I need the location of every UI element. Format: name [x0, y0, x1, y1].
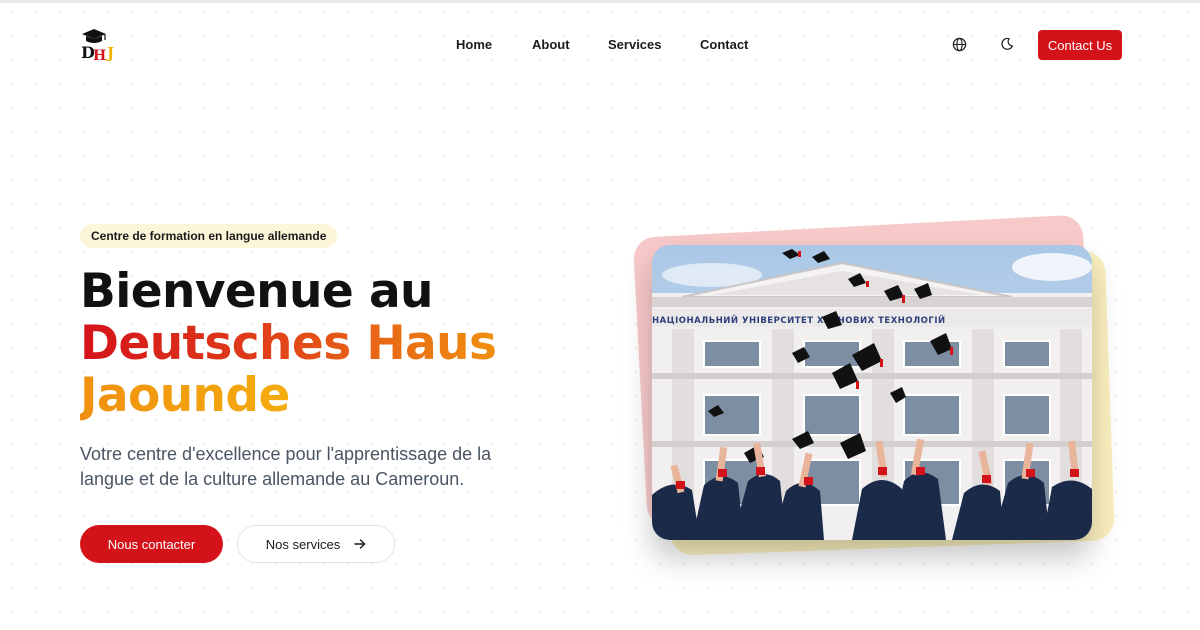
hero-title-line2: Deutsches Haus [80, 316, 497, 371]
nav-services[interactable]: Services [608, 37, 662, 52]
hero-title-line1: Bienvenue au [80, 264, 434, 319]
theme-toggle[interactable] [998, 35, 1016, 53]
logo[interactable]: D H J [80, 28, 124, 64]
language-button[interactable] [950, 35, 968, 53]
nav-contact[interactable]: Contact [700, 37, 748, 52]
logo-mark: D H J [81, 29, 114, 64]
contact-cta-button[interactable]: Nous contacter [80, 525, 223, 563]
graduation-photo: НАЦІОНАЛЬНИЙ УНІВЕРСИТЕТ ХАРЧОВИХ ТЕХНОЛ… [652, 245, 1092, 540]
services-cta-label: Nos services [265, 536, 341, 552]
nav-home[interactable]: Home [456, 37, 492, 52]
moon-icon [1001, 37, 1014, 50]
hero-title-line3: Jaounde [80, 370, 496, 422]
nav-about[interactable]: About [532, 37, 570, 52]
logo-letter-j: J [105, 44, 114, 62]
hero-title: Bienvenue au Deutsches Haus Jaounde [80, 264, 497, 422]
building-signage: НАЦІОНАЛЬНИЙ УНІВЕРСИТЕТ ХАРЧОВИХ ТЕХНОЛ… [652, 314, 946, 326]
arrow-right-icon [354, 539, 366, 549]
services-cta-button[interactable]: Nos services [237, 525, 395, 563]
logo-letter-h: H [93, 48, 106, 62]
top-divider [0, 0, 1200, 3]
hero-description: Votre centre d'excellence pour l'apprent… [80, 444, 492, 489]
globe-icon [952, 37, 966, 51]
contact-us-button[interactable]: Contact Us [1038, 30, 1122, 60]
hero-badge: Centre de formation en langue allemande [80, 224, 338, 248]
